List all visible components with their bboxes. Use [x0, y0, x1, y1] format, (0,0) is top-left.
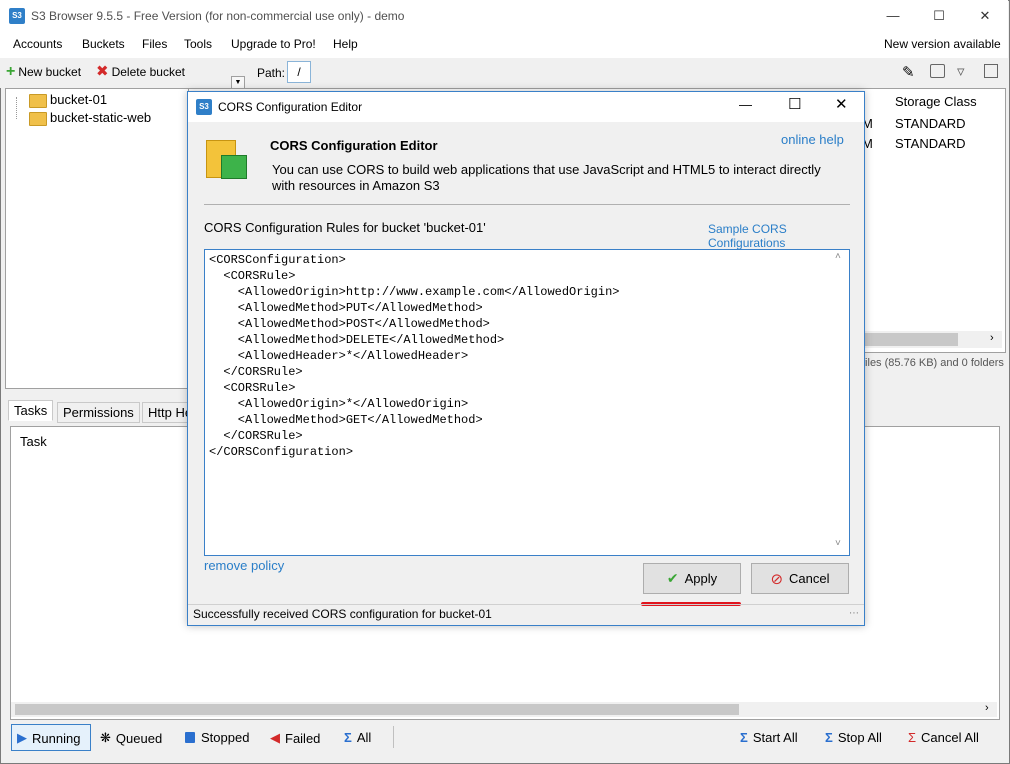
drive-icon[interactable]	[930, 64, 945, 78]
new-bucket-button[interactable]: + New bucket	[6, 63, 82, 80]
close-icon[interactable]: ✕	[962, 0, 1008, 32]
file-row-storage: STANDARD	[895, 116, 966, 131]
copy-icon[interactable]	[984, 64, 998, 78]
maximize-icon[interactable]: ☐	[916, 0, 962, 32]
cancel-circle-icon: ⊘	[770, 570, 784, 588]
status-divider	[188, 604, 864, 605]
failed-arrow-icon: ◀	[270, 730, 280, 745]
delete-x-icon: ✖	[96, 63, 109, 80]
checkmark-icon: ✔	[666, 570, 679, 586]
stop-icon	[185, 732, 195, 743]
folder-icon	[29, 94, 47, 108]
failed-filter-button[interactable]: ◀ Failed	[270, 730, 320, 746]
scroll-right-icon[interactable]: ›	[985, 702, 989, 714]
start-all-label: Start All	[752, 730, 798, 745]
spinner-icon: ❋	[100, 730, 111, 745]
filter-icon[interactable]: ▿	[957, 62, 965, 80]
cors-xml-text[interactable]: <CORSConfiguration> <CORSRule> <AllowedO…	[209, 252, 619, 460]
delete-bucket-button[interactable]: ✖ Delete bucket	[96, 63, 185, 80]
files-summary: files (85.76 KB) and 0 folders	[862, 357, 1004, 369]
resize-grip-icon[interactable]: ⋯	[849, 608, 859, 619]
cancel-button[interactable]: ⊘ Cancel	[751, 563, 849, 594]
cancel-all-button[interactable]: Σ Cancel All	[908, 730, 979, 745]
task-column-header[interactable]: Task	[20, 434, 47, 449]
bucket-tree-panel: bucket-01 bucket-static-web	[5, 88, 191, 389]
folder-icon	[29, 112, 47, 126]
window-title: S3 Browser 9.5.5 - Free Version (for non…	[31, 9, 405, 23]
start-all-button[interactable]: Σ Start All	[740, 730, 798, 745]
path-label: Path:	[257, 66, 286, 80]
dialog-maximize-icon[interactable]: ☐	[788, 95, 801, 113]
divider	[204, 204, 850, 205]
menu-help[interactable]: Help	[333, 37, 358, 51]
dialog-title: CORS Configuration Editor	[218, 100, 363, 114]
menu-buckets[interactable]: Buckets	[82, 37, 125, 51]
stopped-label: Stopped	[201, 730, 250, 745]
cube-green-overlay	[221, 155, 247, 179]
tree-item-bucket-static-web[interactable]: bucket-static-web	[50, 110, 151, 125]
dialog-close-icon[interactable]: ✕	[835, 95, 848, 113]
sample-cors-link[interactable]: Sample CORS Configurations	[708, 222, 864, 250]
start-all-icon: Σ	[740, 730, 748, 745]
scroll-up-icon[interactable]: ˄	[835, 251, 841, 262]
scrollbar-thumb[interactable]	[862, 333, 958, 346]
dialog-header-title: CORS Configuration Editor	[270, 138, 438, 153]
s3-app-icon: S3	[9, 8, 25, 24]
pencil-icon[interactable]: ✎	[902, 63, 915, 81]
running-label: Running	[32, 730, 81, 746]
cors-cube-icon	[206, 140, 247, 179]
column-storage-class[interactable]: Storage Class	[895, 94, 977, 109]
window-titlebar: S3 S3 Browser 9.5.5 - Free Version (for …	[0, 0, 1008, 32]
separator	[393, 726, 394, 748]
new-version-link[interactable]: New version available	[884, 37, 1001, 51]
tasks-horizontal-scrollbar[interactable]: ›	[11, 702, 997, 717]
scroll-down-icon[interactable]: ˅	[835, 538, 841, 549]
menu-tools[interactable]: Tools	[184, 37, 212, 51]
queued-label: Queued	[115, 730, 163, 746]
tab-tasks[interactable]: Tasks	[8, 400, 54, 421]
stop-all-label: Stop All	[837, 730, 882, 745]
all-filter-button[interactable]: Σ All	[344, 730, 371, 745]
stopped-filter-button[interactable]: Stopped	[185, 730, 249, 745]
plus-icon: +	[6, 63, 16, 80]
dialog-titlebar: S3 CORS Configuration Editor — ☐ ✕	[188, 92, 864, 122]
scroll-right-icon[interactable]: ›	[990, 332, 994, 344]
menu-accounts[interactable]: Accounts	[13, 37, 62, 51]
online-help-link[interactable]: online help	[781, 132, 844, 147]
minimize-icon[interactable]: —	[870, 0, 916, 32]
dialog-status-text: Successfully received CORS configuration…	[193, 607, 492, 621]
stop-all-icon: Σ	[825, 730, 833, 745]
dialog-description-line1: You can use CORS to build web applicatio…	[272, 162, 821, 177]
queued-filter-button[interactable]: ❋ Queued	[100, 730, 162, 746]
file-row-storage: STANDARD	[895, 136, 966, 151]
apply-button[interactable]: ✔ Apply	[643, 563, 741, 594]
all-label: All	[356, 730, 372, 745]
running-filter-button[interactable]: ▶ Running	[11, 724, 92, 751]
play-icon: ▶	[17, 730, 27, 745]
file-horizontal-scrollbar[interactable]: ›	[862, 331, 1002, 348]
failed-label: Failed	[285, 730, 321, 746]
s3-app-icon: S3	[196, 99, 212, 115]
remove-policy-link[interactable]: remove policy	[204, 558, 284, 573]
delete-bucket-label: Delete bucket	[111, 65, 185, 79]
new-bucket-label: New bucket	[18, 65, 82, 79]
cors-xml-editor[interactable]: <CORSConfiguration> <CORSRule> <AllowedO…	[204, 249, 850, 556]
dialog-minimize-icon[interactable]: —	[739, 97, 752, 112]
tab-permissions[interactable]: Permissions	[57, 402, 140, 423]
sum-icon: Σ	[344, 730, 352, 745]
cors-editor-dialog: S3 CORS Configuration Editor — ☐ ✕ CORS …	[187, 91, 865, 626]
rules-label: CORS Configuration Rules for bucket 'buc…	[204, 220, 486, 235]
path-input[interactable]: /	[287, 61, 311, 83]
menu-upgrade[interactable]: Upgrade to Pro!	[231, 37, 316, 51]
menu-files[interactable]: Files	[142, 37, 167, 51]
dialog-description-line2: with resources in Amazon S3	[272, 178, 440, 193]
tree-line	[16, 97, 18, 119]
cancel-all-icon: Σ	[908, 730, 917, 745]
apply-label: Apply	[684, 571, 718, 586]
cancel-label: Cancel	[789, 571, 830, 586]
stop-all-button[interactable]: Σ Stop All	[825, 730, 882, 745]
tree-item-bucket-01[interactable]: bucket-01	[50, 92, 107, 107]
scrollbar-thumb[interactable]	[15, 704, 739, 715]
cancel-all-label: Cancel All	[921, 730, 979, 745]
